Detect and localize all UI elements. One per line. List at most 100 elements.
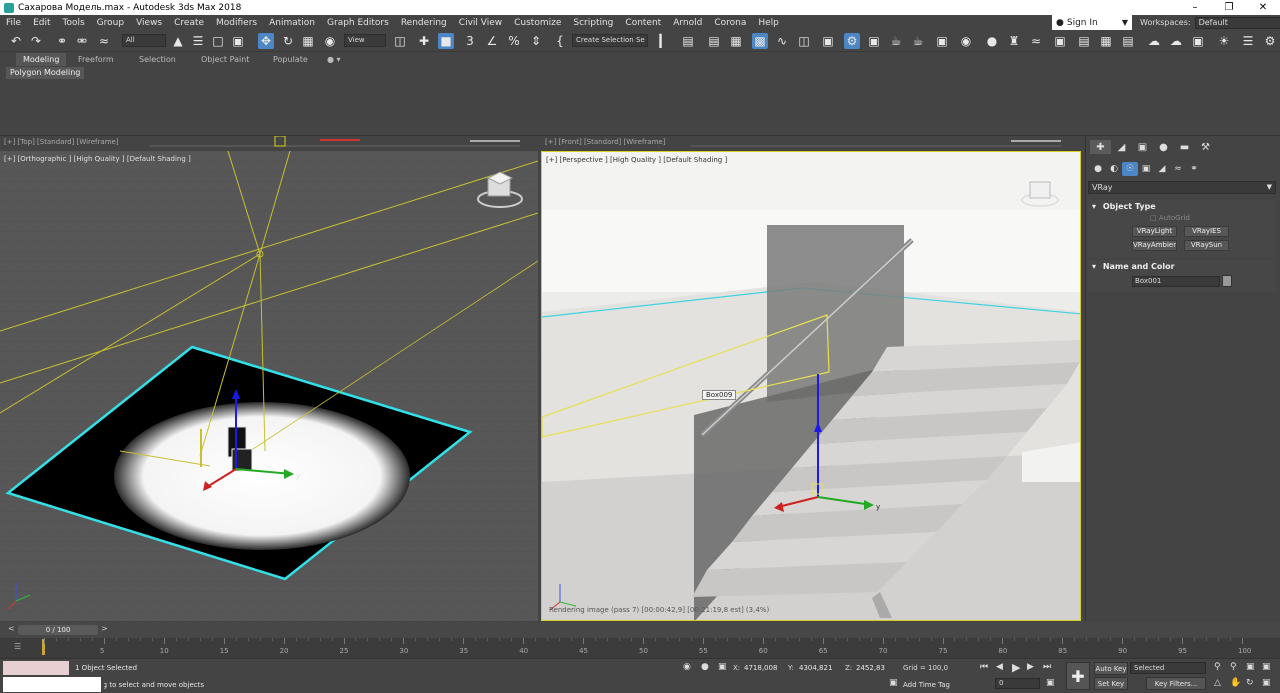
name-color-header[interactable]: ▾ Name and Color xyxy=(1088,260,1276,273)
mirror-icon[interactable]: ▎ xyxy=(656,33,672,49)
set-key-big-icon[interactable]: ✚ xyxy=(1066,662,1090,690)
time-slider[interactable]: < 0 / 100 > xyxy=(0,622,1280,638)
object-color-swatch[interactable] xyxy=(1222,275,1232,287)
layer-explorer-icon[interactable]: ▤ xyxy=(706,33,722,49)
link-icon[interactable]: ⚭ xyxy=(54,33,70,49)
utilities-icon[interactable]: ⚒ xyxy=(1195,140,1216,154)
tab-object-paint[interactable]: Object Paint xyxy=(201,53,249,66)
select-by-name-icon[interactable]: ☰ xyxy=(190,33,206,49)
isolate-icon[interactable]: ◉ xyxy=(683,662,691,672)
key-filters-button[interactable]: Key Filters... xyxy=(1146,677,1206,690)
orbit-icon[interactable]: ↻ xyxy=(1246,678,1254,688)
sphere-icon[interactable]: ● xyxy=(984,33,1000,49)
cameras-icon[interactable]: ▣ xyxy=(1138,162,1154,176)
modify-icon[interactable]: ◢ xyxy=(1111,140,1132,154)
menu-help[interactable]: Help xyxy=(752,18,785,28)
menu-rendering[interactable]: Rendering xyxy=(395,18,453,28)
field-of-view-icon[interactable]: △ xyxy=(1214,678,1221,688)
close-icon[interactable]: ✕ xyxy=(1246,0,1280,15)
autogrid-checkbox[interactable]: □ AutoGrid xyxy=(1150,214,1190,222)
named-selection-dropdown[interactable]: Create Selection Se xyxy=(572,34,648,47)
align-icon[interactable]: ▤ xyxy=(680,33,696,49)
zoom-extents-all-icon[interactable]: ▣ xyxy=(1262,662,1271,672)
menu-civil-view[interactable]: Civil View xyxy=(453,18,508,28)
plugin-icon[interactable]: ▦ xyxy=(1098,33,1114,49)
absolute-mode-icon[interactable]: ▣ xyxy=(718,662,727,672)
helpers-icon[interactable]: ◢ xyxy=(1154,162,1170,176)
vrayies-button[interactable]: VRayIES xyxy=(1184,226,1229,237)
menu-animation[interactable]: Animation xyxy=(263,18,321,28)
menu-group[interactable]: Group xyxy=(91,18,130,28)
scale-icon[interactable]: ▦ xyxy=(300,33,316,49)
menu-arnold[interactable]: Arnold xyxy=(667,18,708,28)
z-coordinate[interactable]: 2452,83 xyxy=(854,663,894,673)
zoom-icon[interactable]: ⚲ xyxy=(1214,662,1221,672)
menu-edit[interactable]: Edit xyxy=(27,18,56,28)
previous-frame-icon[interactable]: ◀ xyxy=(996,662,1003,672)
export-icon[interactable]: ▤ xyxy=(1120,33,1136,49)
menu-tools[interactable]: Tools xyxy=(57,18,91,28)
create-icon[interactable]: ✚ xyxy=(1090,140,1111,154)
move-icon[interactable]: ✥ xyxy=(258,33,274,49)
cloud-icon[interactable]: ☁ xyxy=(1146,33,1162,49)
angle-snap-icon[interactable]: ∠ xyxy=(484,33,500,49)
space-warps-icon[interactable]: ≈ xyxy=(1170,162,1186,176)
shirt-icon[interactable]: ♜ xyxy=(1006,33,1022,49)
settings-icon[interactable]: ⚙ xyxy=(1262,33,1278,49)
current-frame-field[interactable]: 0 xyxy=(995,678,1040,689)
rendered-frame-window-icon[interactable]: ▣ xyxy=(866,33,882,49)
edit-named-sets-icon[interactable]: { xyxy=(552,33,568,49)
viewport-ortho-label[interactable]: [+] [Orthographic ] [High Quality ] [Def… xyxy=(4,155,191,163)
render-iterative-icon[interactable]: ☕ xyxy=(910,33,926,49)
undo-icon[interactable]: ↶ xyxy=(8,33,24,49)
placement-icon[interactable]: ◉ xyxy=(322,33,338,49)
snapshot-icon[interactable]: ▣ xyxy=(1052,33,1068,49)
light-type-dropdown[interactable]: VRay ▼ xyxy=(1088,181,1276,194)
percent-snap-icon[interactable]: % xyxy=(506,33,522,49)
menu-customize[interactable]: Customize xyxy=(508,18,567,28)
unlink-icon[interactable]: ⚮ xyxy=(74,33,90,49)
menu-graph-editors[interactable]: Graph Editors xyxy=(321,18,395,28)
keyboard-shortcut-icon[interactable]: ■ xyxy=(438,33,454,49)
set-key-button[interactable]: Set Key xyxy=(1094,677,1128,690)
sign-in-button[interactable]: ● Sign In ▼ xyxy=(1052,15,1132,30)
bind-space-warp-icon[interactable]: ≈ xyxy=(96,33,112,49)
menu-views[interactable]: Views xyxy=(130,18,168,28)
vraysun-button[interactable]: VRaySun xyxy=(1184,240,1229,251)
zoom-all-icon[interactable]: ⚲ xyxy=(1230,662,1237,672)
menu-modifiers[interactable]: Modifiers xyxy=(210,18,263,28)
viewport-persp-label[interactable]: [+] [Perspective ] [High Quality ] [Defa… xyxy=(546,156,727,164)
go-to-start-icon[interactable]: ⏮ xyxy=(980,662,988,672)
polygon-modeling-tab[interactable]: Polygon Modeling xyxy=(6,67,85,79)
tab-freeform[interactable]: Freeform xyxy=(78,53,114,66)
viewport-orthographic[interactable]: y [+] [Orthographic ] [High Quality ] [D… xyxy=(0,151,538,621)
chevron-right-icon[interactable]: > xyxy=(101,624,108,633)
window-crossing-icon[interactable]: ▣ xyxy=(230,33,246,49)
hierarchy-icon[interactable]: ▣ xyxy=(1132,140,1153,154)
viewport-perspective[interactable]: y [+] [Perspective ] [High Quality ] [De… xyxy=(541,151,1081,621)
ribbon-toggle-icon[interactable]: ▩ xyxy=(752,33,768,49)
snap-3d-icon[interactable]: 3 xyxy=(462,33,478,49)
time-slider-thumb[interactable]: 0 / 100 xyxy=(18,625,98,635)
menu-content[interactable]: Content xyxy=(619,18,667,28)
vrayambientlight-button[interactable]: VRayAmbientLight xyxy=(1132,240,1177,251)
cloud-outline-icon[interactable]: ☁ xyxy=(1168,33,1184,49)
menu-create[interactable]: Create xyxy=(168,18,210,28)
x-coordinate[interactable]: 4718,008 xyxy=(742,663,782,673)
pivot-center-icon[interactable]: ◫ xyxy=(392,33,408,49)
tab-selection[interactable]: Selection xyxy=(139,53,176,66)
track-bar-toggle-icon[interactable]: ☰ xyxy=(14,642,21,651)
object-name-field[interactable]: Box001 xyxy=(1132,276,1220,287)
maxscript-listener[interactable] xyxy=(3,661,69,675)
selection-filter-dropdown[interactable]: All xyxy=(122,34,166,47)
material-editor-icon[interactable]: ▣ xyxy=(820,33,836,49)
chevron-left-icon[interactable]: < xyxy=(8,624,15,633)
schematic-view-icon[interactable]: ◫ xyxy=(796,33,812,49)
geometry-icon[interactable]: ● xyxy=(1090,162,1106,176)
render-setup-icon[interactable]: ⚙ xyxy=(844,33,860,49)
play-icon[interactable]: ▶ xyxy=(1012,661,1020,674)
vray-toolbar-icon[interactable]: ◉ xyxy=(958,33,974,49)
pan-icon[interactable]: ✋ xyxy=(1230,678,1241,688)
motion-icon[interactable]: ● xyxy=(1153,140,1174,154)
select-object-icon[interactable]: ▲ xyxy=(170,33,186,49)
